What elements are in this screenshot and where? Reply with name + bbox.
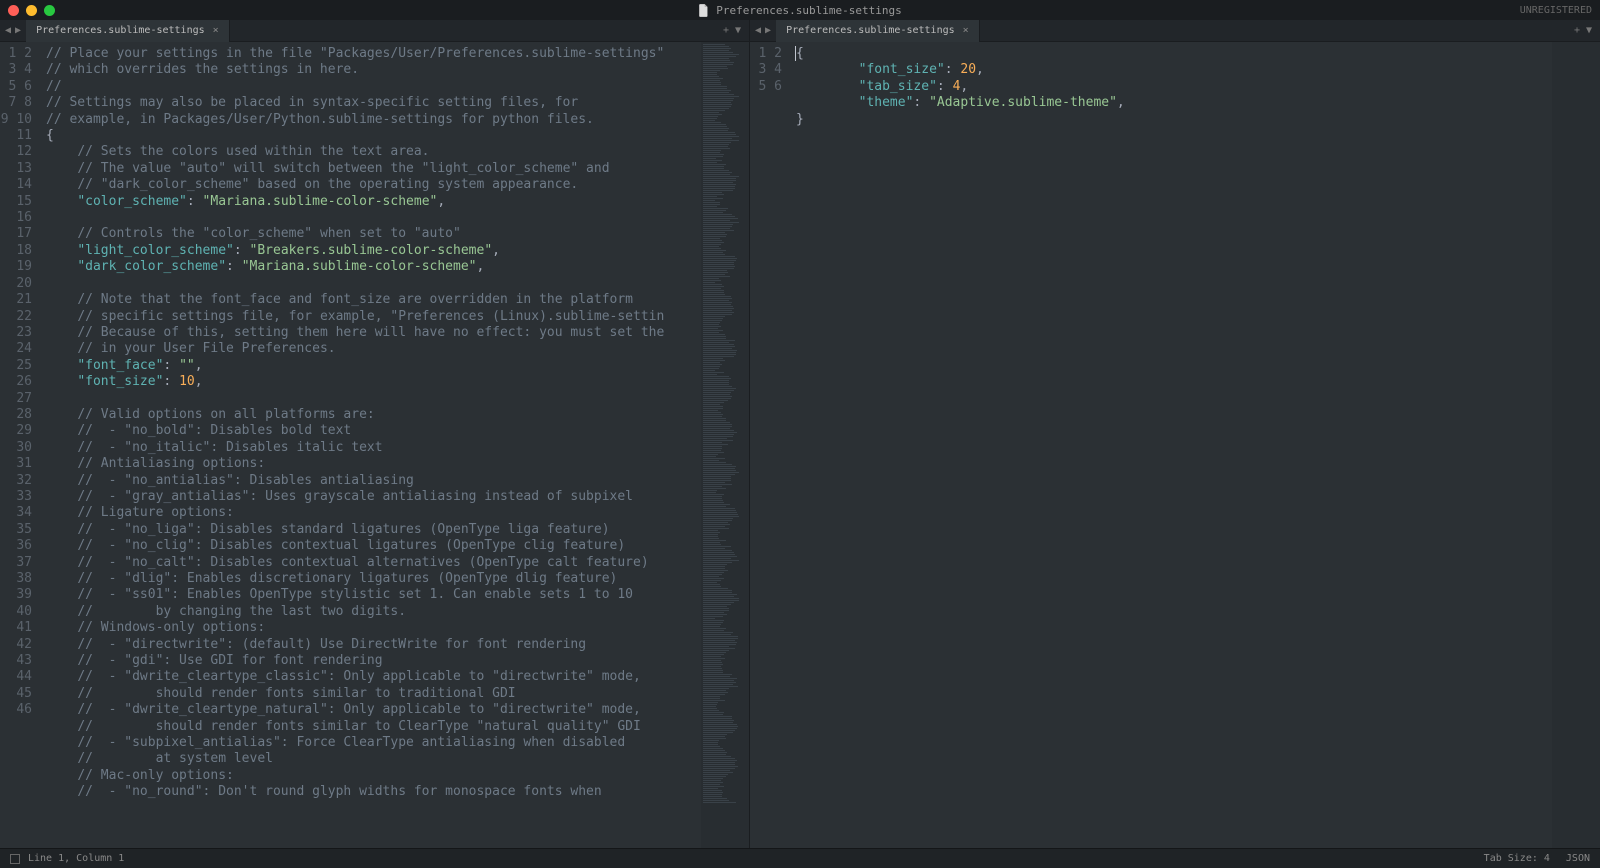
new-tab-icon[interactable]: + <box>721 25 731 36</box>
tab-size-indicator[interactable]: Tab Size: 4 <box>1484 853 1550 864</box>
left-pane: ◀ ▶ Preferences.sublime-settings × + ▼ 1… <box>0 20 750 848</box>
title-filename: Preferences.sublime-settings <box>716 4 901 17</box>
tab-actions: + ▼ <box>1566 25 1600 36</box>
maximize-window-button[interactable] <box>44 5 55 16</box>
nav-back-icon[interactable]: ◀ <box>753 25 763 36</box>
tab-right-file[interactable]: Preferences.sublime-settings × <box>776 20 980 42</box>
minimize-window-button[interactable] <box>26 5 37 16</box>
window-controls <box>8 5 55 16</box>
right-pane: ◀ ▶ Preferences.sublime-settings × + ▼ 1… <box>750 20 1600 848</box>
tab-history-nav: ◀ ▶ <box>0 25 26 36</box>
registration-label: UNREGISTERED <box>1520 5 1592 16</box>
right-minimap[interactable] <box>1552 42 1600 848</box>
left-minimap[interactable] <box>701 42 749 848</box>
nav-back-icon[interactable]: ◀ <box>3 25 13 36</box>
close-tab-icon[interactable]: × <box>213 25 219 36</box>
right-gutter: 1 2 3 4 5 6 <box>750 42 790 848</box>
window-title: Preferences.sublime-settings <box>698 4 901 17</box>
new-tab-icon[interactable]: + <box>1572 25 1582 36</box>
left-code-area[interactable]: // Place your settings in the file "Pack… <box>40 42 701 848</box>
syntax-indicator[interactable]: JSON <box>1566 853 1590 864</box>
tab-left-file[interactable]: Preferences.sublime-settings × <box>26 20 230 42</box>
status-bar: Line 1, Column 1 Tab Size: 4 JSON <box>0 848 1600 868</box>
close-tab-icon[interactable]: × <box>963 25 969 36</box>
left-editor[interactable]: 1 2 3 4 5 6 7 8 9 10 11 12 13 14 15 16 1… <box>0 42 749 848</box>
left-tab-bar: ◀ ▶ Preferences.sublime-settings × + ▼ <box>0 20 749 42</box>
tab-label: Preferences.sublime-settings <box>36 25 205 36</box>
tab-label: Preferences.sublime-settings <box>786 25 955 36</box>
tab-actions: + ▼ <box>715 25 749 36</box>
nav-forward-icon[interactable]: ▶ <box>13 25 23 36</box>
tab-history-nav: ◀ ▶ <box>750 25 776 36</box>
left-gutter: 1 2 3 4 5 6 7 8 9 10 11 12 13 14 15 16 1… <box>0 42 40 848</box>
main-split: ◀ ▶ Preferences.sublime-settings × + ▼ 1… <box>0 20 1600 848</box>
cursor-position[interactable]: Line 1, Column 1 <box>28 853 124 864</box>
nav-forward-icon[interactable]: ▶ <box>763 25 773 36</box>
right-editor[interactable]: 1 2 3 4 5 6 { "font_size": 20, "tab_size… <box>750 42 1600 848</box>
title-bar: Preferences.sublime-settings UNREGISTERE… <box>0 0 1600 20</box>
right-code-area[interactable]: { "font_size": 20, "tab_size": 4, "theme… <box>790 42 1552 848</box>
tab-dropdown-icon[interactable]: ▼ <box>1584 25 1594 36</box>
panel-switcher-icon[interactable] <box>10 854 20 864</box>
document-icon <box>698 4 710 16</box>
tab-dropdown-icon[interactable]: ▼ <box>733 25 743 36</box>
close-window-button[interactable] <box>8 5 19 16</box>
right-tab-bar: ◀ ▶ Preferences.sublime-settings × + ▼ <box>750 20 1600 42</box>
